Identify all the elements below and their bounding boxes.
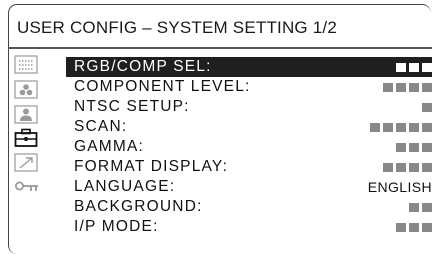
menu-item-label: FORMAT DISPLAY: <box>74 158 229 175</box>
value-level-blocks <box>393 62 432 72</box>
menu-item-label: LANGUAGE: <box>74 178 176 195</box>
menu-item-background[interactable]: BACKGROUND: <box>66 197 432 217</box>
value-level-blocks <box>380 82 432 92</box>
menu-item-label: NTSC SETUP: <box>74 98 190 115</box>
value-level-blocks <box>367 122 432 132</box>
value-level-blocks <box>406 202 432 212</box>
menu-item-scan[interactable]: SCAN: <box>66 117 432 137</box>
menu-item-gamma[interactable]: GAMMA: <box>66 137 432 157</box>
menu-item-ntsc-setup[interactable]: NTSC SETUP: <box>66 97 432 117</box>
person-icon[interactable] <box>14 105 40 127</box>
value-level-blocks <box>393 222 432 232</box>
menu-item-label: BACKGROUND: <box>74 198 203 215</box>
menu-item-component-level[interactable]: COMPONENT LEVEL: <box>66 77 432 97</box>
menu-item-ip-mode[interactable]: I/P MODE: <box>66 217 432 237</box>
menu-item-label: I/P MODE: <box>74 218 159 235</box>
color-dots-icon[interactable] <box>14 80 40 102</box>
value-level-blocks <box>419 102 432 112</box>
menu-item-language[interactable]: LANGUAGE: ENGLISH <box>66 177 432 197</box>
value-level-blocks <box>393 142 432 152</box>
arrow-icon[interactable] <box>14 153 40 175</box>
language-value: ENGLISH <box>367 179 432 195</box>
menu-item-label: GAMMA: <box>74 138 145 155</box>
settings-menu-list: RGB/COMP SEL: COMPONENT LEVEL: NTSC SETU… <box>66 57 432 237</box>
signal-grid-icon[interactable] <box>14 55 40 77</box>
menu-item-format-display[interactable]: FORMAT DISPLAY: <box>66 157 432 177</box>
toolbox-icon[interactable] <box>14 128 40 150</box>
title-divider <box>8 47 432 49</box>
value-level-blocks <box>380 162 432 172</box>
menu-item-label: SCAN: <box>74 118 128 135</box>
menu-item-label: COMPONENT LEVEL: <box>74 78 251 95</box>
key-icon[interactable] <box>14 176 40 198</box>
menu-item-rgb-comp-sel[interactable]: RGB/COMP SEL: <box>66 57 432 77</box>
menu-item-label: RGB/COMP SEL: <box>74 58 212 75</box>
page-title: USER CONFIG – SYSTEM SETTING 1/2 <box>17 18 338 37</box>
